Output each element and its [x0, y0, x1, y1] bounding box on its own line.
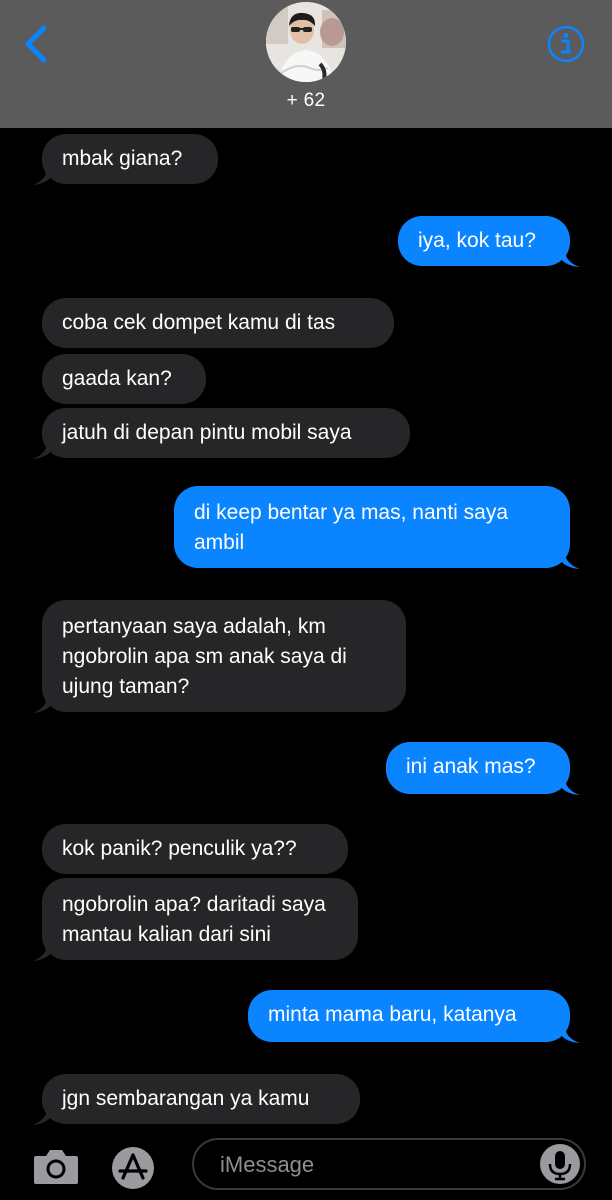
message-text-line: mantau kalian dari sini: [62, 923, 271, 946]
microphone-icon[interactable]: [538, 1142, 582, 1186]
message-input-placeholder: iMessage: [220, 1152, 315, 1177]
message-text-line: ngobrolin apa? daritadi saya: [62, 893, 326, 916]
app-store-icon[interactable]: [110, 1146, 156, 1190]
message-text: iya, kok tau?: [418, 229, 536, 252]
outgoing-message[interactable]: di keep bentar ya mas, nanti saya ambil: [174, 486, 570, 568]
info-circle-icon[interactable]: [546, 24, 586, 64]
contact-name[interactable]: + 62: [0, 90, 612, 112]
incoming-message[interactable]: ngobrolin apa? daritadi saya mantau kali…: [42, 878, 358, 960]
message-text-line: di keep bentar ya mas, nanti saya: [194, 501, 509, 524]
incoming-message[interactable]: pertanyaan saya adalah, km ngobrolin apa…: [42, 600, 406, 712]
message-text: coba cek dompet kamu di tas: [62, 311, 336, 334]
camera-icon[interactable]: [32, 1146, 80, 1186]
chevron-left-icon[interactable]: [18, 24, 54, 64]
outgoing-message[interactable]: minta mama baru, katanya: [248, 990, 570, 1042]
avatar[interactable]: [266, 2, 346, 82]
incoming-message[interactable]: jgn sembarangan ya kamu: [42, 1074, 360, 1124]
incoming-message[interactable]: jatuh di depan pintu mobil saya: [42, 408, 410, 458]
bubble-tail: [560, 774, 580, 795]
message-text: kok panik? penculik ya??: [62, 837, 297, 860]
message-text: mbak giana?: [62, 147, 183, 170]
bubble-tail: [560, 548, 580, 569]
message-text-line: ambil: [194, 531, 245, 554]
message-text: minta mama baru, katanya: [268, 1003, 517, 1026]
conversation-header: + 62: [0, 0, 612, 128]
outgoing-message[interactable]: ini anak mas?: [386, 742, 570, 794]
bubble-tail: [32, 438, 52, 459]
bubble-tail: [32, 940, 52, 961]
incoming-message[interactable]: gaada kan?: [42, 354, 206, 404]
message-composer: iMessage: [0, 1130, 612, 1200]
bubble-tail: [32, 1104, 52, 1125]
message-list: mbak giana? iya, kok tau? coba cek dompe…: [0, 128, 612, 1130]
message-input[interactable]: iMessage: [192, 1138, 586, 1190]
message-text: gaada kan?: [62, 367, 172, 390]
message-text: ini anak mas?: [406, 755, 536, 778]
bubble-tail: [32, 164, 52, 185]
message-text-line: ujung taman?: [62, 675, 190, 698]
message-text-line: pertanyaan saya adalah, km: [62, 615, 326, 638]
incoming-message[interactable]: mbak giana?: [42, 134, 218, 184]
message-text: jgn sembarangan ya kamu: [62, 1087, 310, 1110]
bubble-tail: [560, 246, 580, 267]
message-text: jatuh di depan pintu mobil saya: [62, 421, 352, 444]
incoming-message[interactable]: coba cek dompet kamu di tas: [42, 298, 394, 348]
message-text-line: ngobrolin apa sm anak saya di: [62, 645, 347, 668]
outgoing-message[interactable]: iya, kok tau?: [398, 216, 570, 266]
bubble-tail: [560, 1022, 580, 1043]
bubble-tail: [32, 692, 52, 713]
incoming-message[interactable]: kok panik? penculik ya??: [42, 824, 348, 874]
